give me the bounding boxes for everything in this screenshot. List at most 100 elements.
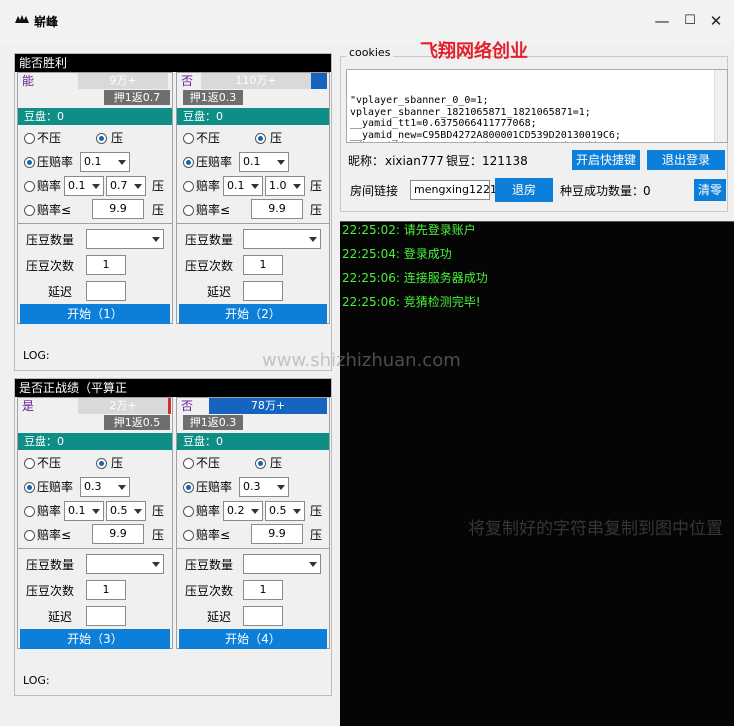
range-suffix: 压 xyxy=(152,179,165,193)
odds-range-radio[interactable] xyxy=(24,181,35,192)
delay-input[interactable] xyxy=(243,606,283,626)
odds-range-radio[interactable] xyxy=(183,506,194,517)
range-max-value: 1.0 xyxy=(269,179,287,192)
bet-radio[interactable] xyxy=(96,458,107,469)
chevron-down-icon xyxy=(277,160,285,165)
odds-le-radio[interactable] xyxy=(24,205,35,216)
logout-button[interactable]: 退出登录 xyxy=(647,150,725,170)
divider xyxy=(177,548,329,549)
range-suffix: 压 xyxy=(310,504,323,518)
range-min-select[interactable]: 0.1 xyxy=(64,176,104,196)
odds-rate-radio[interactable] xyxy=(24,157,35,168)
odds-rate-radio[interactable] xyxy=(183,482,194,493)
overlay-watermark: 将复制好的字符串复制到图中位置 xyxy=(468,519,723,539)
odds-rate-radio[interactable] xyxy=(24,482,35,493)
times-label: 压豆次数 xyxy=(185,584,234,598)
bet-radio[interactable] xyxy=(255,133,266,144)
chevron-down-icon xyxy=(309,562,317,567)
leave-room-button[interactable]: 退房 xyxy=(495,178,553,202)
bet-panel-1: 能 9万+ 押1返0.7 豆盘：0 不压 压 压赔率 0.1 赔率 0.1 0.… xyxy=(17,72,173,324)
range-max-select[interactable]: 0.7 xyxy=(106,176,146,196)
room-label: 房间链接 xyxy=(350,184,399,198)
odds-rate-radio[interactable] xyxy=(183,157,194,168)
no-bet-radio[interactable] xyxy=(24,133,35,144)
divider xyxy=(177,223,329,224)
side-label: 否 xyxy=(181,74,194,88)
start-button-2[interactable]: 开始（2） xyxy=(179,304,327,324)
odds-le-input[interactable]: 9.9 xyxy=(251,524,303,544)
bet-group-1: 能否胜利 能 9万+ 押1返0.7 豆盘：0 不压 压 压赔率 0.1 赔率 0… xyxy=(14,53,332,371)
odds-le-radio[interactable] xyxy=(183,205,194,216)
times-input[interactable]: 1 xyxy=(86,580,126,600)
seed-count-label: 种豆成功数量： xyxy=(560,184,645,198)
chevron-down-icon xyxy=(251,184,259,189)
log-line: 22:25:02: 请先登录账户 xyxy=(342,223,476,237)
start-button-3[interactable]: 开始（3） xyxy=(20,629,170,649)
range-max-select[interactable]: 0.5 xyxy=(265,501,305,521)
pool-amount: 110万+ xyxy=(201,73,311,89)
no-bet-radio[interactable] xyxy=(183,458,194,469)
chevron-down-icon xyxy=(309,237,317,242)
qty-select[interactable] xyxy=(86,554,164,574)
times-input[interactable]: 1 xyxy=(243,255,283,275)
times-input[interactable]: 1 xyxy=(86,255,126,275)
odds-le-input[interactable]: 9.9 xyxy=(251,199,303,219)
chevron-down-icon xyxy=(277,485,285,490)
qty-select[interactable] xyxy=(86,229,164,249)
odds-range-radio[interactable] xyxy=(183,181,194,192)
odds-rate-value: 0.3 xyxy=(243,480,261,493)
log-time: 22:25:06: xyxy=(342,271,400,285)
le-suffix: 压 xyxy=(310,528,323,542)
delay-input[interactable] xyxy=(86,281,126,301)
odds-le-label: 赔率≤ xyxy=(196,528,231,542)
range-min-select[interactable]: 0.1 xyxy=(64,501,104,521)
odds-le-radio[interactable] xyxy=(24,530,35,541)
pool-amount: 2万+ xyxy=(78,398,168,414)
range-min-value: 0.2 xyxy=(227,504,245,517)
range-min-value: 0.1 xyxy=(227,179,245,192)
range-max-select[interactable]: 0.5 xyxy=(106,501,146,521)
delay-input[interactable] xyxy=(243,281,283,301)
cookies-textarea[interactable]: "vplayer_sbanner_0_0=1; vplayer_sbanner_… xyxy=(346,69,728,143)
bet-radio[interactable] xyxy=(255,458,266,469)
odds-rate-select[interactable]: 0.1 xyxy=(80,152,130,172)
odds-le-radio[interactable] xyxy=(183,530,194,541)
room-input[interactable]: mengxing1221 xyxy=(410,180,497,200)
qty-label: 压豆数量 xyxy=(185,233,234,247)
cookies-scrollbar[interactable] xyxy=(714,70,727,142)
odds-le-input[interactable]: 9.9 xyxy=(92,199,144,219)
chevron-down-icon xyxy=(152,237,160,242)
qty-select[interactable] xyxy=(243,229,321,249)
qty-select[interactable] xyxy=(243,554,321,574)
times-label: 压豆次数 xyxy=(185,259,234,273)
log-text: 竞猜检测完毕! xyxy=(403,295,481,309)
log-time: 22:25:02: xyxy=(342,223,400,237)
app-logo-icon xyxy=(15,15,29,23)
times-input[interactable]: 1 xyxy=(243,580,283,600)
odds-range-radio[interactable] xyxy=(24,506,35,517)
range-min-select[interactable]: 0.1 xyxy=(223,176,263,196)
start-button-4[interactable]: 开始（4） xyxy=(179,629,327,649)
maximize-button[interactable]: ☐ xyxy=(680,10,700,32)
odds-rate-select[interactable]: 0.1 xyxy=(239,152,289,172)
no-bet-radio[interactable] xyxy=(183,133,194,144)
clear-button[interactable]: 清零 xyxy=(694,179,726,201)
bet-radio[interactable] xyxy=(96,133,107,144)
pool-amount: 9万+ xyxy=(78,73,168,89)
minimize-button[interactable]: — xyxy=(652,10,672,32)
start-button-1[interactable]: 开始（1） xyxy=(20,304,170,324)
amount-bar: 是 2万+ xyxy=(18,398,172,414)
odds-le-input[interactable]: 9.9 xyxy=(92,524,144,544)
shortcut-button[interactable]: 开启快捷键 xyxy=(572,150,640,170)
delay-input[interactable] xyxy=(86,606,126,626)
close-button[interactable]: ✕ xyxy=(706,10,726,32)
delay-label: 延迟 xyxy=(207,610,232,624)
delay-label: 延迟 xyxy=(207,285,232,299)
odds-rate-select[interactable]: 0.3 xyxy=(80,477,130,497)
range-min-select[interactable]: 0.2 xyxy=(223,501,263,521)
range-max-select[interactable]: 1.0 xyxy=(265,176,305,196)
odds-rate-select[interactable]: 0.3 xyxy=(239,477,289,497)
no-bet-radio[interactable] xyxy=(24,458,35,469)
balance-bar: 豆盘：0 xyxy=(18,108,172,125)
odds-badge: 押1返0.3 xyxy=(183,90,243,105)
